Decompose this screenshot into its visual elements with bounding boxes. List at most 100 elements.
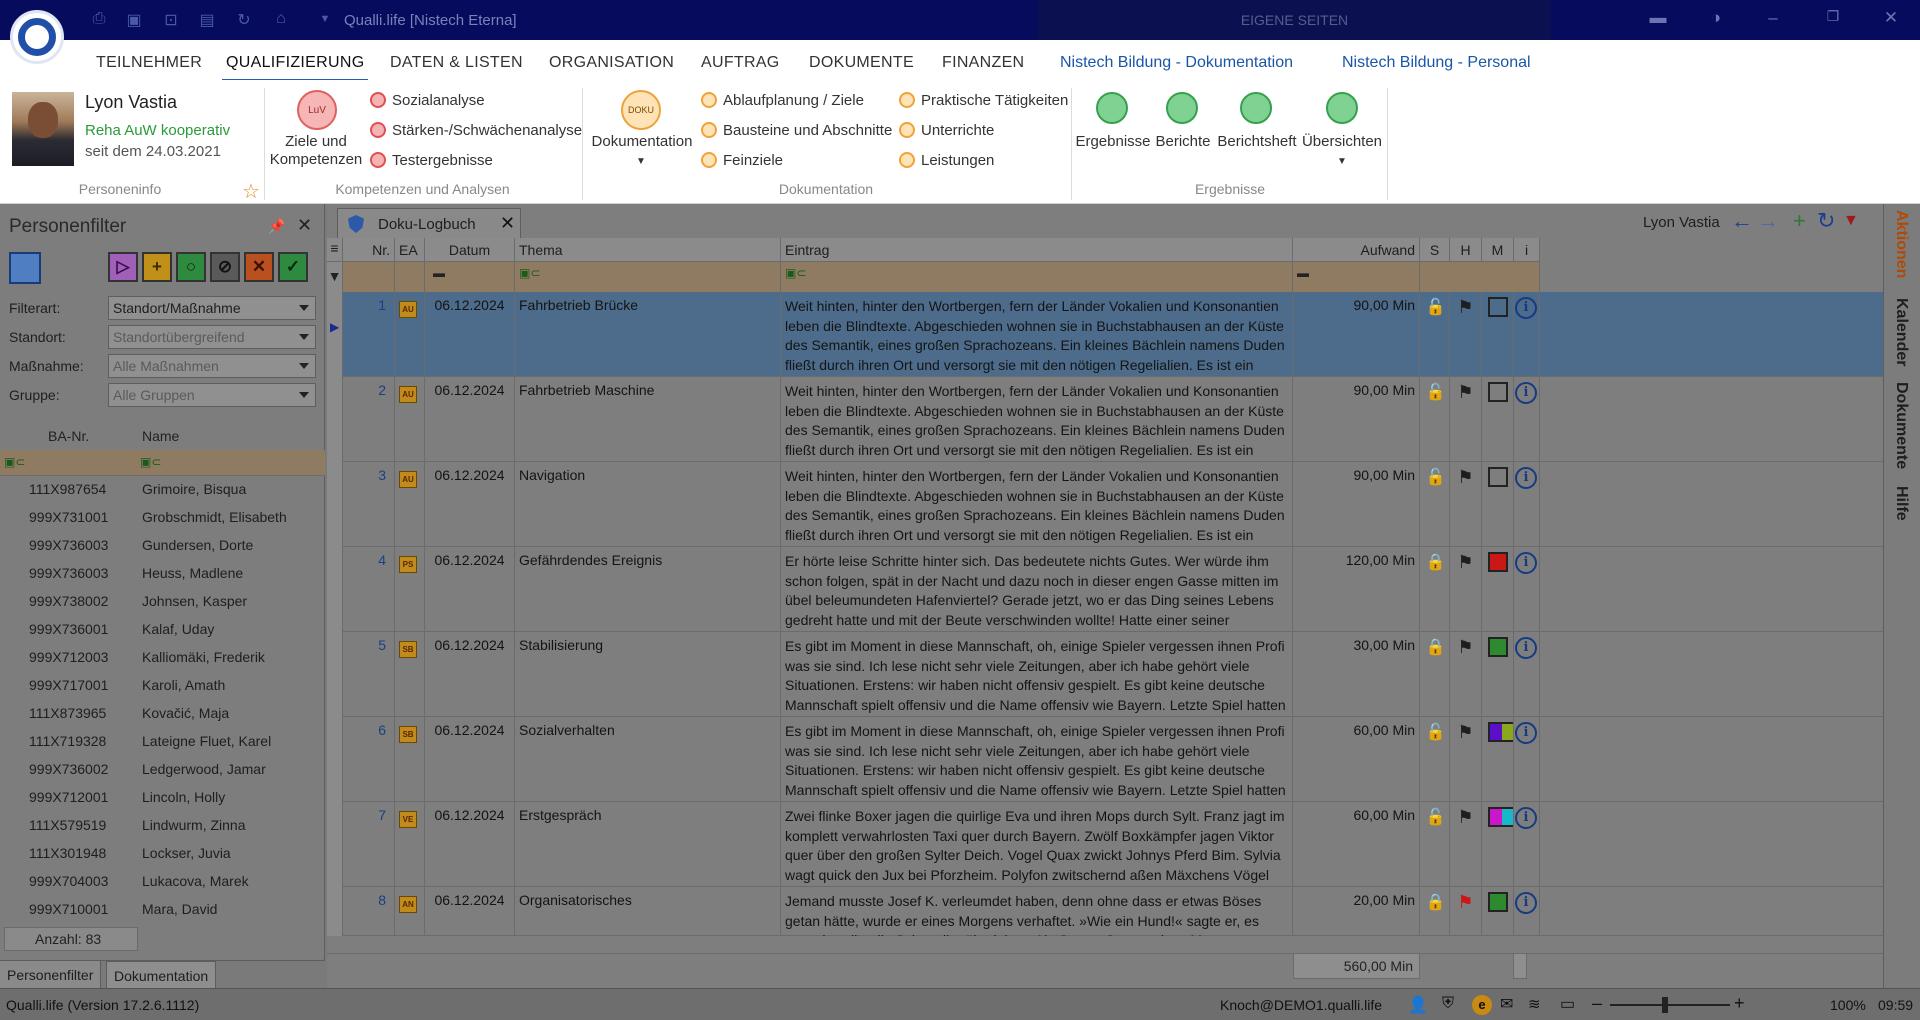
marker-box[interactable]	[1488, 892, 1508, 912]
restore-icon[interactable]: ❐	[1820, 8, 1846, 32]
filter-cell[interactable]: ▣⊂	[515, 262, 781, 292]
lock-icon[interactable]: 🔓	[1426, 467, 1446, 487]
flag-icon[interactable]: ⚑	[1457, 892, 1473, 912]
list-item[interactable]: 999X736002 Ledgerwood, Jamar	[0, 756, 325, 784]
report-book-button[interactable]: Berichtsheft	[1214, 133, 1300, 151]
filter-cell[interactable]	[1420, 262, 1540, 292]
shield-check-icon[interactable]: ⛨	[1442, 995, 1454, 1013]
column-m[interactable]: M	[1482, 238, 1514, 262]
list-item[interactable]: 999X731001 Grobschmidt, Elisabeth	[0, 504, 325, 532]
cell-m[interactable]	[1482, 717, 1514, 802]
ribbon-unterrichte[interactable]: Unterrichte	[899, 122, 994, 139]
cell-i[interactable]: i	[1514, 547, 1540, 632]
table-row[interactable]: 8 AN 06.12.2024 Organisatorisches Jemand mus…	[327, 887, 1883, 936]
layout-icon[interactable]: ▬	[1645, 8, 1671, 32]
table-row[interactable]: 5 SB 06.12.2024 Stabilisierung Es gibt im Mo…	[327, 632, 1883, 717]
cell-marker[interactable]	[327, 887, 343, 936]
column-eintrag[interactable]: Eintrag	[781, 238, 1293, 262]
column-nr[interactable]: Nr.	[343, 238, 395, 262]
close-icon[interactable]: ✕	[1878, 8, 1904, 32]
chevron-down-icon[interactable]: ▼	[1337, 156, 1347, 167]
zoom-slider-thumb[interactable]	[1662, 997, 1668, 1013]
cell-s[interactable]: 🔓	[1420, 292, 1450, 377]
documentation-button[interactable]: Dokumentation	[586, 133, 698, 151]
cell-i[interactable]: i	[1514, 462, 1540, 547]
reports-icon[interactable]	[1166, 92, 1198, 124]
overviews-button[interactable]: Übersichten	[1298, 133, 1386, 151]
table-row[interactable]: 2 AU 06.12.2024 Fahrbetrieb Maschine Weit hi…	[327, 377, 1883, 462]
cell-s[interactable]: 🔒	[1420, 547, 1450, 632]
list-item[interactable]: 999X736001 Kalaf, Uday	[0, 616, 325, 644]
cell-i[interactable]: i	[1514, 717, 1540, 802]
cell-i[interactable]: i	[1514, 632, 1540, 717]
list-item[interactable]: 999X712003 Kalliomäki, Frederik	[0, 644, 325, 672]
cell-h[interactable]: ⚑	[1450, 717, 1482, 802]
luv-badge-icon[interactable]: LuV	[297, 90, 337, 130]
cell-s[interactable]: 🔓	[1420, 377, 1450, 462]
own-pages-button[interactable]: EIGENE SEITEN	[1038, 0, 1551, 40]
reports-button[interactable]: Berichte	[1150, 133, 1216, 151]
cell-h[interactable]: ⚑	[1450, 632, 1482, 717]
zoom-in-icon[interactable]: +	[1734, 993, 1745, 1014]
lock-icon[interactable]: 🔓	[1426, 297, 1446, 317]
dropdown-icon[interactable]: ▼	[314, 13, 336, 33]
flag-icon[interactable]: ⚑	[1457, 467, 1473, 487]
cell-m[interactable]	[1482, 377, 1514, 462]
cell-h[interactable]: ⚑	[1450, 887, 1482, 936]
flag-icon[interactable]: ⚑	[1457, 382, 1473, 402]
cell-i[interactable]: i	[1514, 377, 1540, 462]
info-icon[interactable]: i	[1515, 722, 1537, 744]
cell-m[interactable]	[1482, 802, 1514, 887]
cell-marker[interactable]	[327, 802, 343, 887]
cell-marker[interactable]	[327, 377, 343, 462]
lock-icon[interactable]: 🔓	[1426, 722, 1446, 742]
ribbon-praktische-taetigkeiten[interactable]: Praktische Tätigkeiten	[899, 92, 1068, 109]
menu-dokumente[interactable]: DOKUMENTE	[809, 54, 914, 72]
overviews-icon[interactable]	[1326, 92, 1358, 124]
user-icon[interactable]: 👤	[1408, 995, 1428, 1015]
save-icon[interactable]: ▣	[123, 10, 145, 30]
lock-icon[interactable]: 🔓	[1426, 807, 1446, 827]
flag-icon[interactable]: ⚑	[1457, 807, 1473, 827]
tab-doku-logbuch[interactable]: Doku-Logbuch ✕	[337, 208, 521, 238]
close-icon[interactable]: ✕	[500, 213, 515, 234]
cell-s[interactable]: 🔓	[1420, 462, 1450, 547]
menu-teilnehmer[interactable]: TEILNEHMER	[96, 54, 202, 72]
info-icon[interactable]: i	[1515, 297, 1537, 319]
menu-daten-listen[interactable]: DATEN & LISTEN	[390, 54, 523, 72]
menu-organisation[interactable]: ORGANISATION	[549, 54, 674, 72]
flag-icon[interactable]: ⚑	[1457, 552, 1473, 572]
table-row[interactable]: 6 SB 06.12.2024 Sozialverhalten Es gibt im M…	[327, 717, 1883, 802]
grid-menu-icon[interactable]: ≡	[327, 238, 343, 262]
info-icon[interactable]: i	[1515, 467, 1537, 489]
filter-cell[interactable]: ▣⊂	[781, 262, 1293, 292]
refresh-icon[interactable]: ↻	[233, 10, 255, 30]
cell-marker[interactable]: ▶	[327, 292, 343, 377]
list-item[interactable]: 111X873965 Kovačić, Maja	[0, 700, 325, 728]
app-logo[interactable]	[10, 10, 64, 64]
marker-box[interactable]	[1488, 552, 1508, 572]
marker-box[interactable]	[1488, 382, 1508, 402]
arrow-right-icon[interactable]: →	[1757, 208, 1779, 234]
person-group[interactable]: Reha AuW kooperativ	[85, 122, 230, 139]
marker-box[interactable]	[1488, 722, 1513, 742]
tab-kalender[interactable]: Kalender	[1892, 298, 1910, 366]
cell-h[interactable]: ⚑	[1450, 802, 1482, 887]
list-item[interactable]: 999X704003 Lukacova, Marek	[0, 868, 325, 896]
tab-dokumentation[interactable]: Dokumentation	[106, 961, 217, 989]
cell-m[interactable]	[1482, 292, 1514, 377]
info-icon[interactable]: i	[1515, 807, 1537, 829]
filter-cell[interactable]	[395, 262, 425, 292]
results-icon[interactable]	[1096, 92, 1128, 124]
marker-box[interactable]	[1488, 637, 1508, 657]
mail-icon[interactable]: ✉	[1500, 994, 1513, 1014]
chevron-down-icon[interactable]: ▼	[1843, 212, 1859, 230]
cell-marker[interactable]	[327, 632, 343, 717]
cell-h[interactable]: ⚑	[1450, 547, 1482, 632]
list-item[interactable]: 111X301948 Lockser, Juvia	[0, 840, 325, 868]
lock-icon[interactable]: 🔓	[1426, 382, 1446, 402]
minimize-icon[interactable]: –	[1760, 8, 1786, 32]
column-aufwand[interactable]: Aufwand	[1293, 238, 1420, 262]
zoom-out-icon[interactable]: –	[1592, 993, 1602, 1014]
column-datum[interactable]: Datum	[425, 238, 515, 262]
